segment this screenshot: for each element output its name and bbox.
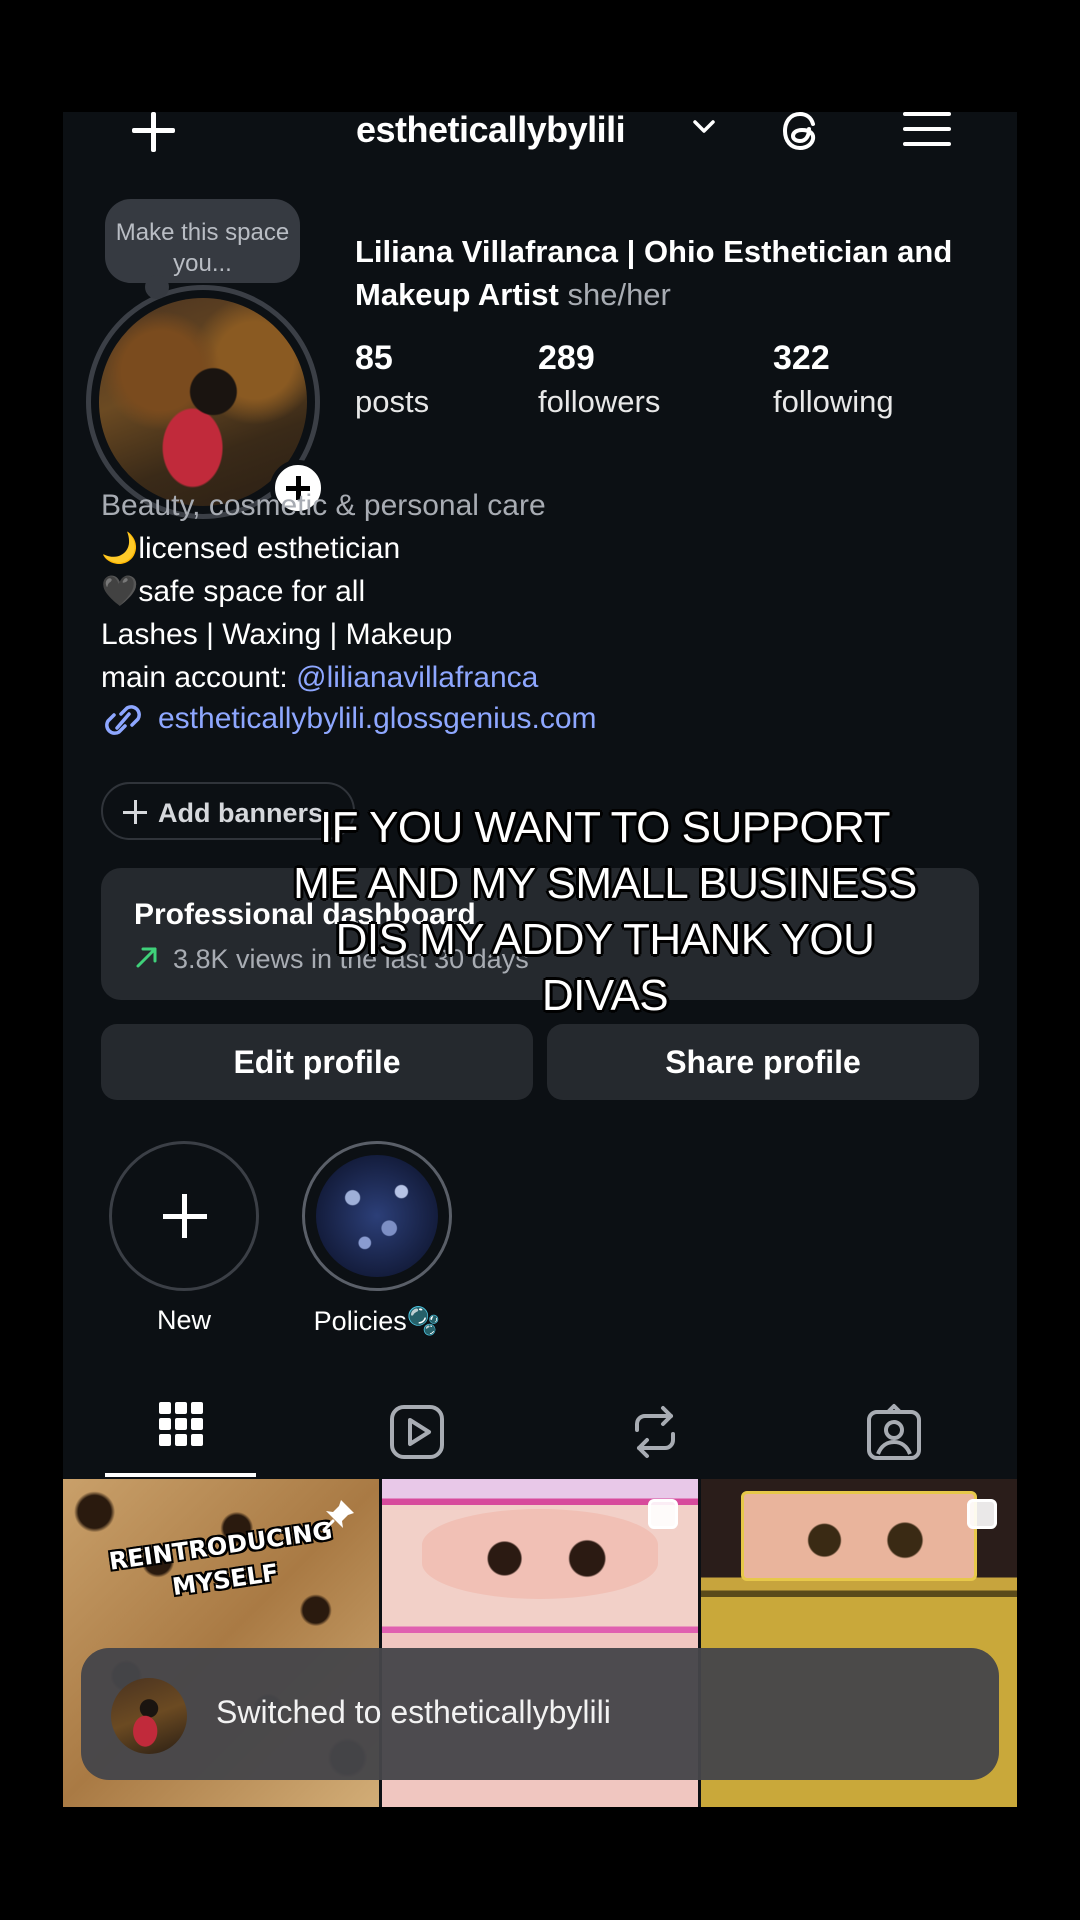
- new-highlight-icon: [109, 1141, 259, 1291]
- edit-profile-button[interactable]: Edit profile: [101, 1024, 533, 1100]
- threads-icon[interactable]: [775, 112, 827, 154]
- stat-followers-label: followers: [538, 384, 661, 419]
- stat-following[interactable]: 322 following: [773, 337, 894, 423]
- carousel-icon: [967, 1499, 997, 1529]
- stat-followers-value: 289: [538, 339, 595, 377]
- note-text: Make this space you...: [115, 219, 290, 277]
- highlight-label: New: [156, 1305, 211, 1335]
- avatar: [111, 1678, 187, 1754]
- account-switcher[interactable]: estheticallybylili: [356, 112, 626, 151]
- bio-mention[interactable]: @lilianavillafranca: [296, 661, 538, 694]
- stat-posts-label: posts: [355, 384, 430, 419]
- tagged-icon[interactable]: [864, 1402, 924, 1462]
- chevron-down-icon[interactable]: [691, 116, 717, 138]
- bio-link-text: estheticallybylili.glossgenius.com: [158, 702, 597, 735]
- reels-icon[interactable]: [387, 1402, 447, 1462]
- toast-text: Switched to estheticallybylili: [216, 1694, 611, 1730]
- bio-line: 🖤safe space for all: [101, 575, 366, 608]
- plus-icon: [123, 800, 147, 824]
- pronouns: she/her: [567, 277, 671, 312]
- top-bar: estheticallybylili: [63, 112, 1017, 152]
- highlight-new[interactable]: New: [109, 1141, 259, 1336]
- link-icon: [105, 705, 141, 735]
- display-name: Liliana Villafranca | Ohio Esthetician a…: [355, 230, 995, 316]
- trend-up-icon: [136, 947, 157, 968]
- bio-line: main account: @lilianavillafranca: [101, 656, 546, 699]
- menu-icon[interactable]: [903, 112, 951, 148]
- video-caption-overlay: IF YOU WANT TO SUPPORT ME AND MY SMALL B…: [293, 803, 917, 1020]
- note-bubble[interactable]: Make this space you...: [105, 199, 300, 299]
- carousel-icon: [648, 1499, 678, 1529]
- bio-mention-prefix: main account:: [101, 661, 297, 694]
- highlight-label: Policies🫧: [313, 1306, 441, 1336]
- highlight-cover: [302, 1141, 452, 1291]
- bio-line: Lashes | Waxing | Makeup: [101, 618, 453, 651]
- reposts-icon[interactable]: [625, 1402, 685, 1462]
- stat-following-label: following: [773, 384, 894, 419]
- post-image: [422, 1509, 658, 1599]
- active-tab-indicator: [105, 1473, 256, 1477]
- post-image: [741, 1491, 977, 1581]
- bio-line: 🌙licensed esthetician: [101, 532, 401, 565]
- stat-posts-value: 85: [355, 339, 393, 377]
- bio-category: Beauty, cosmetic & personal care: [101, 489, 546, 522]
- bio: Beauty, cosmetic & personal care 🌙licens…: [101, 484, 546, 699]
- grid-icon[interactable]: [159, 1402, 219, 1462]
- pin-icon: [322, 1500, 354, 1532]
- account-switched-toast: Switched to estheticallybylili: [81, 1648, 999, 1780]
- stat-following-value: 322: [773, 339, 830, 377]
- plus-icon[interactable]: [129, 112, 177, 152]
- stat-followers[interactable]: 289 followers: [538, 337, 660, 423]
- stat-posts[interactable]: 85 posts: [355, 337, 429, 423]
- share-profile-button[interactable]: Share profile: [547, 1024, 979, 1100]
- highlight-policies[interactable]: Policies🫧: [302, 1141, 452, 1337]
